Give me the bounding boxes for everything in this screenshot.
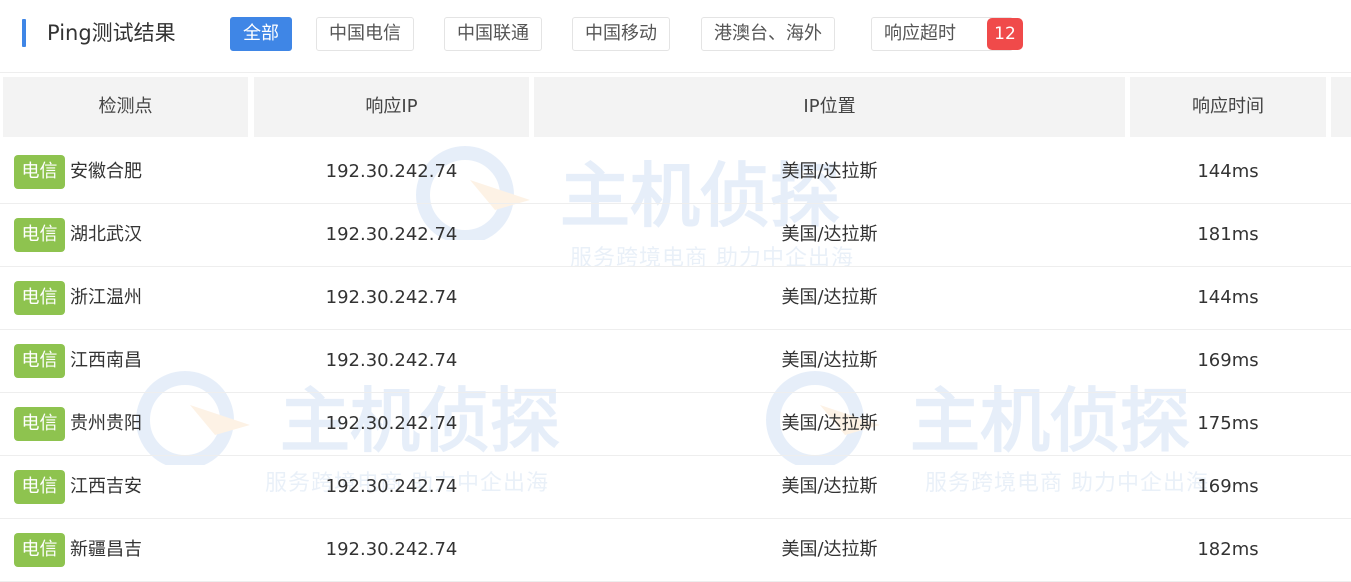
response-ip: 192.30.242.74 — [325, 476, 458, 497]
column-header-time: 响应时间 — [1130, 77, 1326, 137]
node-name: 贵州贵阳 — [70, 413, 142, 434]
isp-tag: 电信 — [14, 470, 65, 504]
node-name: 湖北武汉 — [70, 224, 142, 245]
isp-tag: 电信 — [14, 218, 65, 252]
table-header: 检测点 响应IP IP位置 响应时间 — [0, 77, 1351, 137]
response-ip: 192.30.242.74 — [325, 287, 458, 308]
table-row: 电信 安徽合肥 192.30.242.74 美国/达拉斯 144ms — [0, 141, 1351, 204]
header-divider — [0, 72, 1351, 73]
table-row: 电信 江西吉安 192.30.242.74 美国/达拉斯 169ms — [0, 456, 1351, 519]
isp-tag: 电信 — [14, 281, 65, 315]
column-header-node: 检测点 — [3, 77, 248, 137]
response-time: 169ms — [1197, 476, 1259, 497]
node-name: 浙江温州 — [70, 287, 142, 308]
ip-location: 美国/达拉斯 — [781, 476, 878, 497]
column-header-location: IP位置 — [534, 77, 1125, 137]
column-header-extra — [1331, 77, 1351, 137]
response-ip: 192.30.242.74 — [325, 539, 458, 560]
ip-location: 美国/达拉斯 — [781, 287, 878, 308]
tab-china-telecom[interactable]: 中国电信 — [316, 17, 414, 51]
tab-china-unicom[interactable]: 中国联通 — [444, 17, 542, 51]
isp-tag: 电信 — [14, 344, 65, 378]
table-row: 电信 新疆昌吉 192.30.242.74 美国/达拉斯 182ms — [0, 519, 1351, 582]
table-row: 电信 浙江温州 192.30.242.74 美国/达拉斯 144ms — [0, 267, 1351, 330]
node-name: 江西南昌 — [70, 350, 142, 371]
ip-location: 美国/达拉斯 — [781, 161, 878, 182]
response-time: 144ms — [1197, 161, 1259, 182]
response-ip: 192.30.242.74 — [325, 350, 458, 371]
ip-location: 美国/达拉斯 — [781, 413, 878, 434]
isp-tag: 电信 — [14, 407, 65, 441]
response-time: 181ms — [1197, 224, 1259, 245]
isp-tag: 电信 — [14, 533, 65, 567]
response-ip: 192.30.242.74 — [325, 224, 458, 245]
node-name: 新疆昌吉 — [70, 539, 142, 560]
tab-all[interactable]: 全部 — [230, 17, 292, 51]
title-accent-bar — [22, 19, 26, 47]
timeout-count-badge: 12 — [987, 18, 1023, 50]
isp-tag: 电信 — [14, 155, 65, 189]
response-ip: 192.30.242.74 — [325, 161, 458, 182]
result-header: Ping测试结果 全部 中国电信 中国联通 中国移动 港澳台、海外 响应超时 1… — [0, 0, 1351, 72]
table-row: 电信 江西南昌 192.30.242.74 美国/达拉斯 169ms — [0, 330, 1351, 393]
node-name: 江西吉安 — [70, 476, 142, 497]
node-name: 安徽合肥 — [70, 161, 142, 182]
response-time: 144ms — [1197, 287, 1259, 308]
tab-hk-macau-taiwan-overseas[interactable]: 港澳台、海外 — [701, 17, 835, 51]
ip-location: 美国/达拉斯 — [781, 350, 878, 371]
table-row: 电信 贵州贵阳 192.30.242.74 美国/达拉斯 175ms — [0, 393, 1351, 456]
column-header-ip: 响应IP — [254, 77, 529, 137]
response-ip: 192.30.242.74 — [325, 413, 458, 434]
page-title: Ping测试结果 — [47, 21, 176, 45]
tab-china-mobile[interactable]: 中国移动 — [572, 17, 670, 51]
ip-location: 美国/达拉斯 — [781, 224, 878, 245]
table-row: 电信 湖北武汉 192.30.242.74 美国/达拉斯 181ms — [0, 204, 1351, 267]
response-time: 169ms — [1197, 350, 1259, 371]
response-time: 182ms — [1197, 539, 1259, 560]
response-time: 175ms — [1197, 413, 1259, 434]
ip-location: 美国/达拉斯 — [781, 539, 878, 560]
